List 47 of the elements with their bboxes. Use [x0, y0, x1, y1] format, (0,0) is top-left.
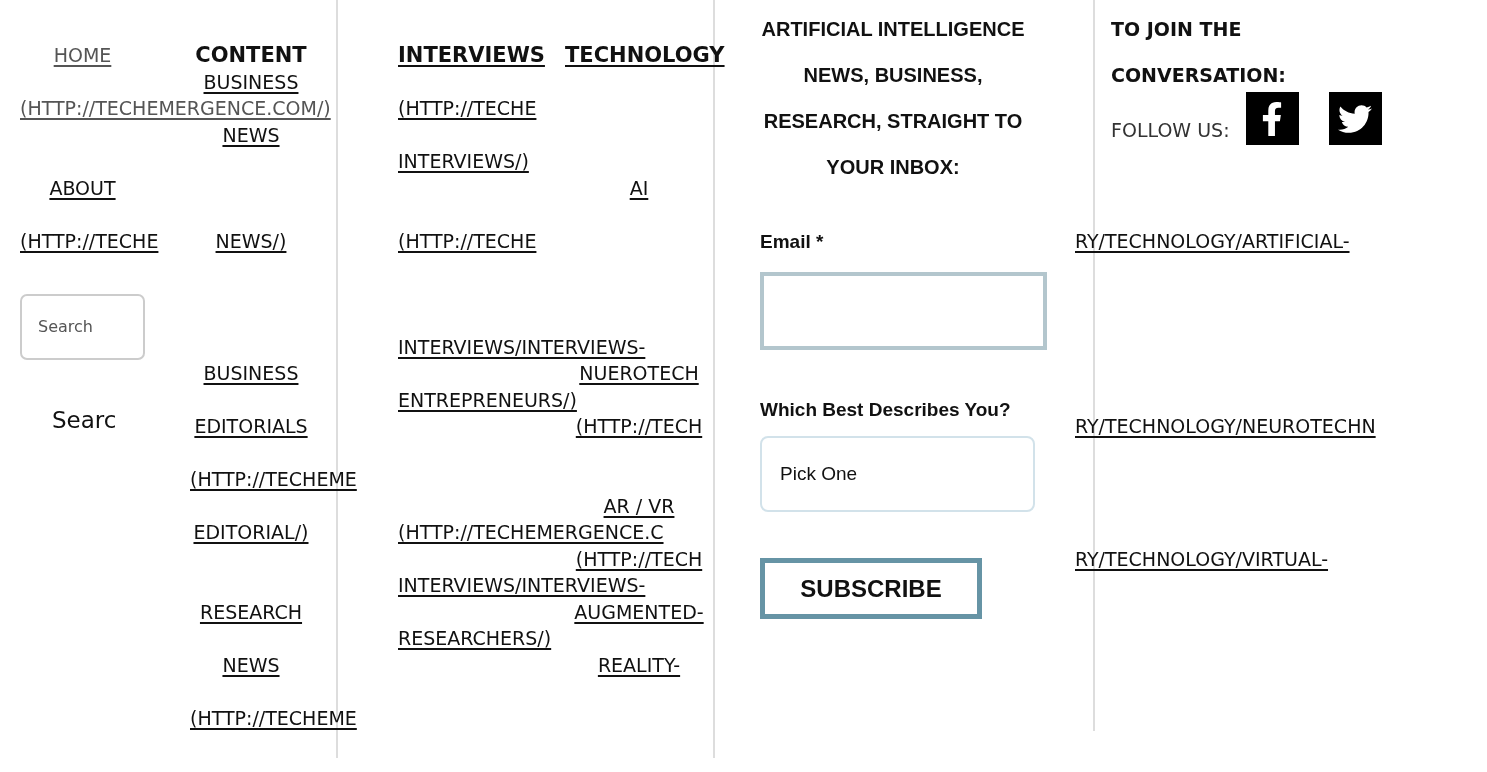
menu-link[interactable]: EDITORIALS: [194, 413, 308, 440]
menu-link[interactable]: REALITY-: [597, 651, 681, 678]
menu-link[interactable]: (HTTP://TECHEME: [190, 466, 357, 493]
menu-link[interactable]: NEWS: [222, 651, 280, 678]
newsletter-heading: ARTIFICIAL INTELLIGENCE NEWS, BUSINESS, RESEARCH, STRAIGHT TO YOUR INBOX:: [760, 17, 1026, 180]
menu-link[interactable]: BUSINESS: [203, 360, 299, 387]
nav-link[interactable]: (HTTP://TECHE: [20, 227, 159, 254]
role-select[interactable]: Pick One: [760, 436, 1035, 512]
menu-link[interactable]: RY/TECHNOLOGY/VIRTUAL-: [1075, 545, 1328, 572]
menu-link[interactable]: (HTTP://TECHEME: [190, 704, 357, 731]
nav-link[interactable]: HOME: [53, 42, 112, 69]
menu-link[interactable]: RESEARCHERS/): [398, 625, 552, 652]
follow-label: FOLLOW US:: [1111, 118, 1230, 141]
menu-link[interactable]: RY/TECHNOLOGY/NEUROTECHN: [1075, 413, 1376, 440]
menu-heading-link[interactable]: INTERVIEWS: [398, 42, 545, 69]
nav-link[interactable]: ABOUT: [49, 174, 116, 201]
menu-link[interactable]: EDITORIAL/): [193, 519, 309, 546]
menu-link[interactable]: AI: [629, 174, 649, 201]
menu-link[interactable]: (HTTP://TECHEMERGENCE.C: [398, 519, 664, 546]
email-field[interactable]: [760, 272, 1047, 350]
menu-link[interactable]: (HTTP://TECH: [575, 545, 703, 572]
menu-link[interactable]: (HTTP://TECHE: [398, 95, 537, 122]
role-label: Which Best Describes You?: [760, 398, 1012, 422]
menu-link[interactable]: INTERVIEWS/): [398, 148, 529, 175]
menu-link[interactable]: BUSINESS: [203, 68, 299, 95]
menu-link[interactable]: INTERVIEWS/INTERVIEWS-: [398, 572, 646, 599]
facebook-icon[interactable]: [1245, 92, 1299, 145]
menu-link[interactable]: AUGMENTED-: [574, 598, 704, 625]
menu-link[interactable]: INTERVIEWS/INTERVIEWS-: [398, 333, 646, 360]
menu-link[interactable]: (HTTP://TECHE: [398, 227, 537, 254]
subscribe-button[interactable]: SUBSCRIBE: [760, 558, 982, 619]
menu-heading-link[interactable]: TECHNOLOGY: [565, 42, 725, 69]
menu-link[interactable]: NEWS: [222, 121, 280, 148]
menu-link[interactable]: NEWS/): [215, 227, 287, 254]
bird-icon[interactable]: [1328, 92, 1382, 145]
menu-link[interactable]: NUEROTECH: [579, 360, 699, 387]
menu-link[interactable]: AR / VR: [603, 492, 675, 519]
menu-link[interactable]: RESEARCH: [199, 598, 303, 625]
social-heading: TO JOIN THE CONVERSATION:: [1111, 17, 1287, 88]
email-label: Email *: [760, 230, 825, 254]
search-field[interactable]: Search: [20, 293, 145, 360]
menu-link[interactable]: RY/TECHNOLOGY/ARTIFICIAL-: [1075, 227, 1350, 254]
menu-link[interactable]: ENTREPRENEURS/): [398, 386, 577, 413]
nav-link[interactable]: (HTTP://TECHEMERGENCE.COM/): [20, 95, 331, 122]
menu-link[interactable]: (HTTP://TECH: [575, 413, 703, 440]
menu-heading: CONTENT: [195, 42, 307, 69]
submit-text[interactable]: Searc: [20, 406, 145, 433]
